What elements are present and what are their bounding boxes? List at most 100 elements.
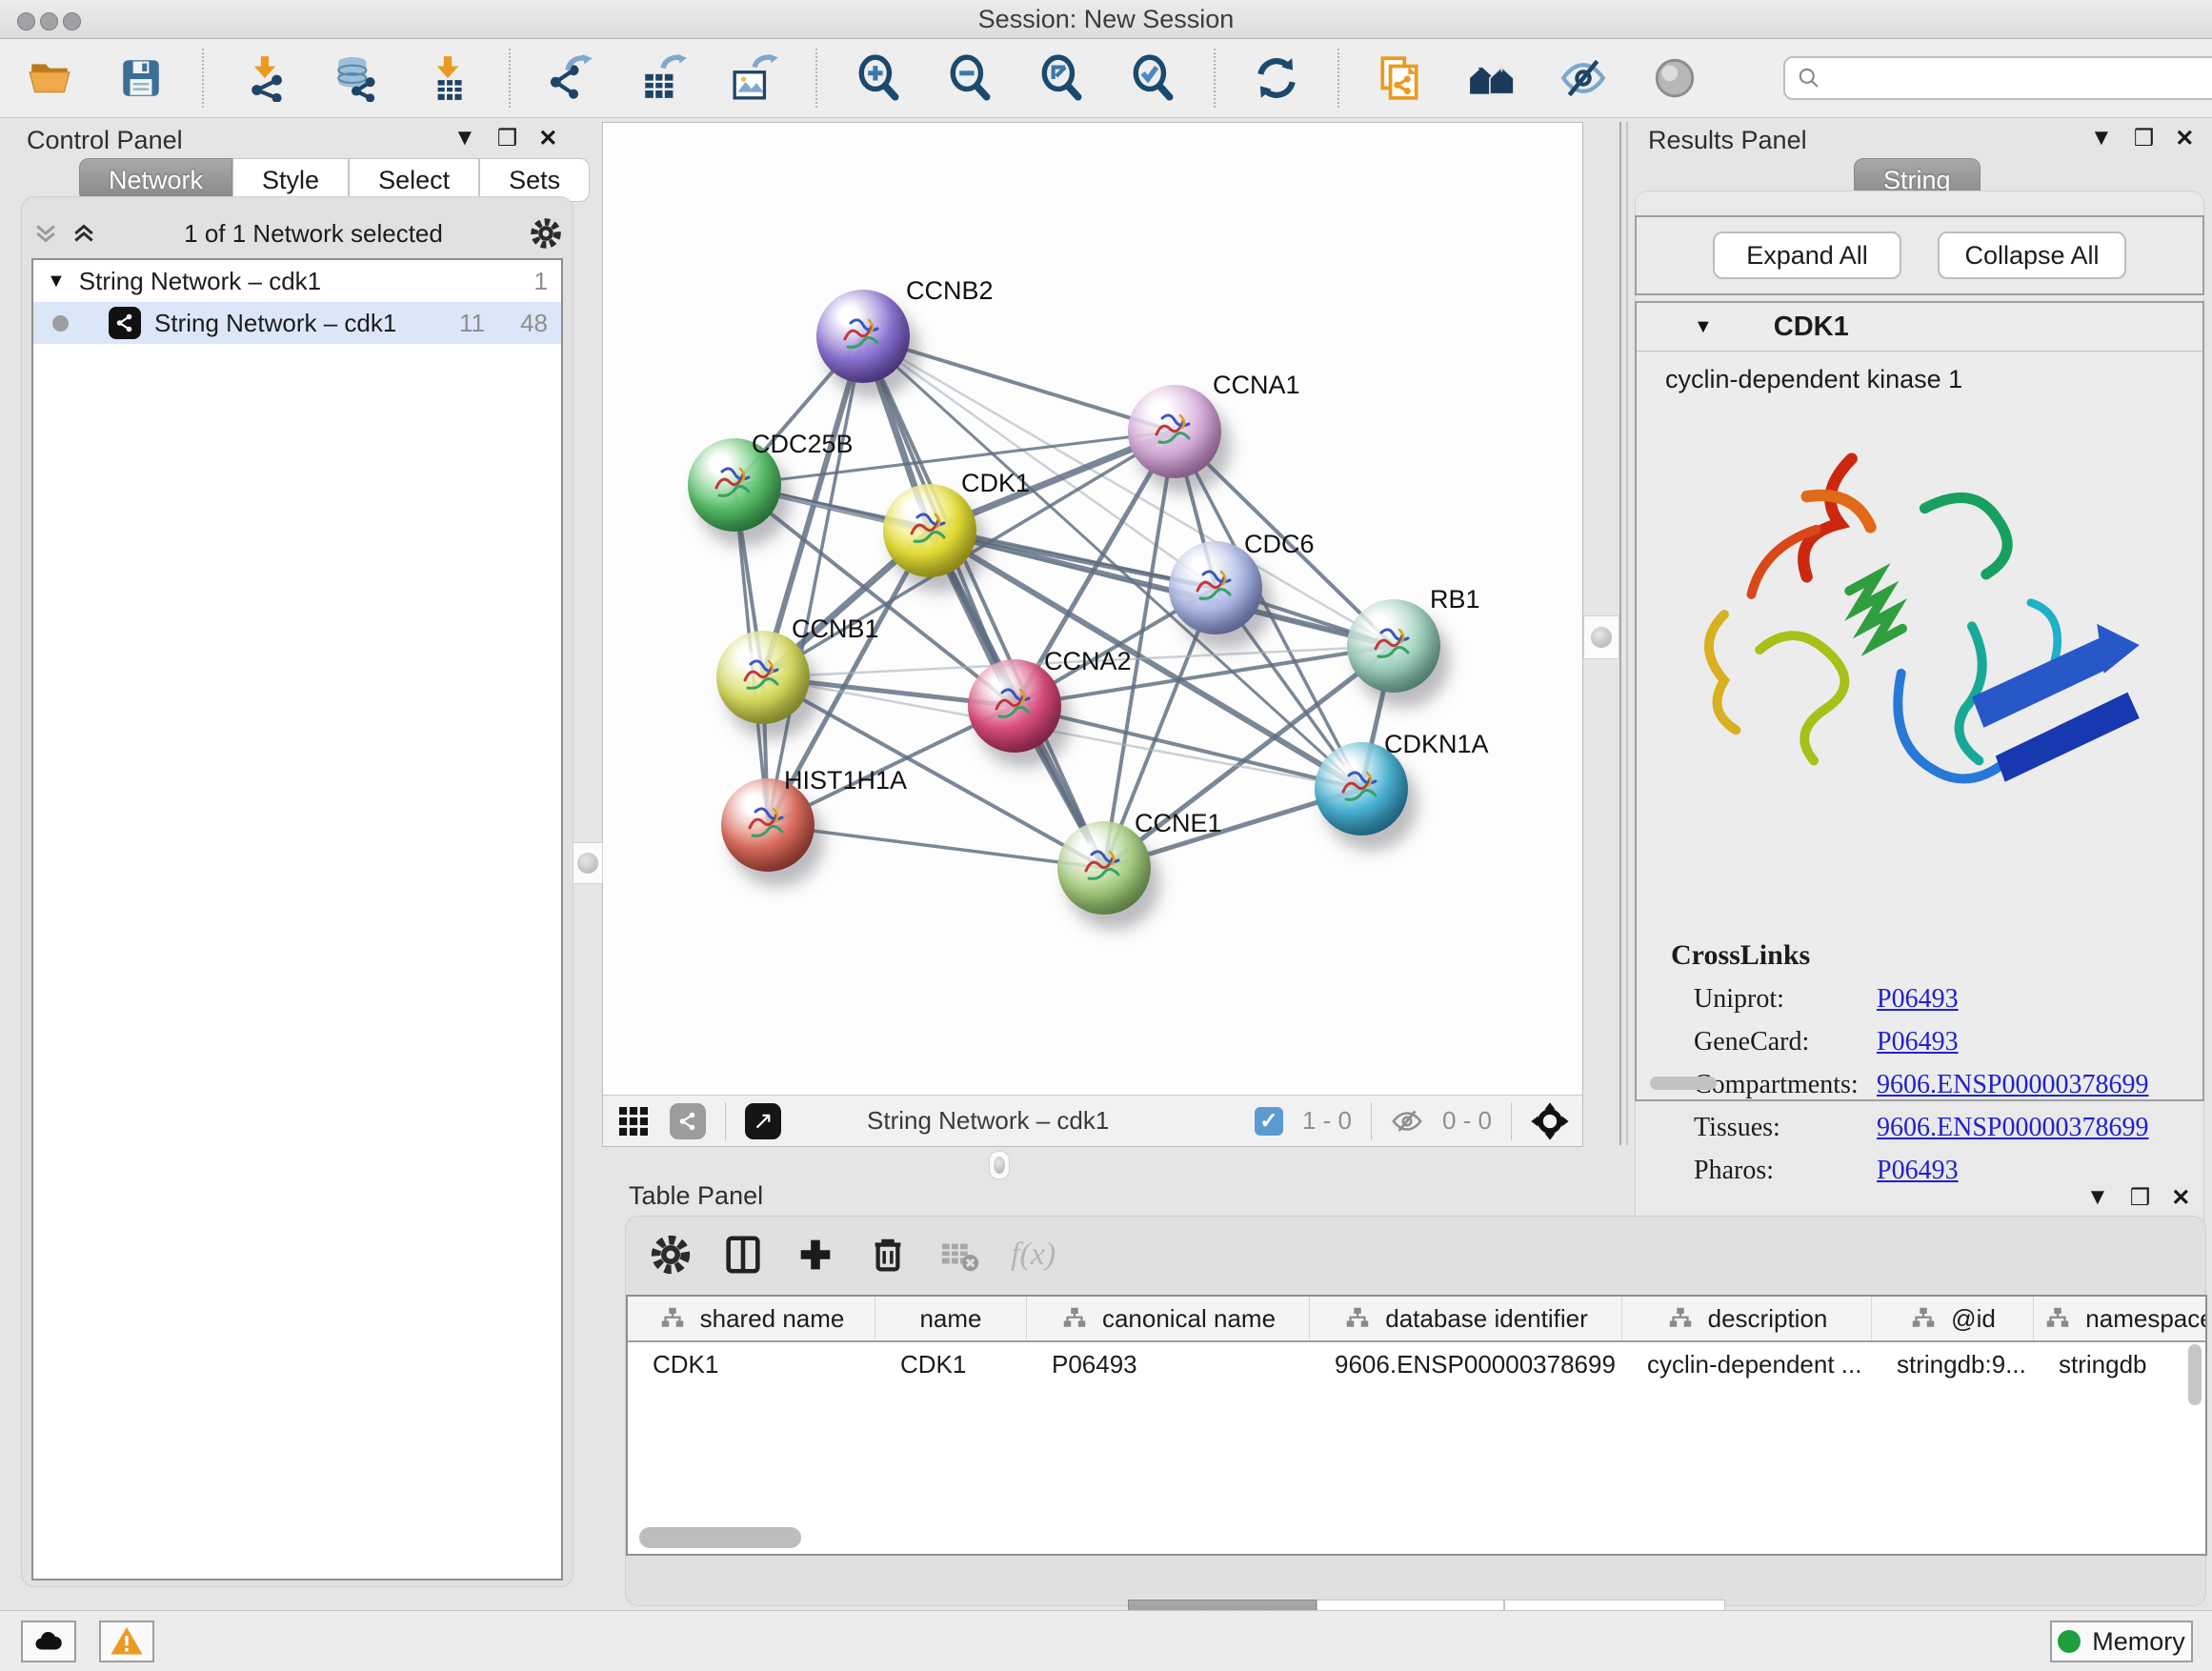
import-network-from-database-button[interactable]	[332, 53, 381, 103]
vertical-scrollbar-thumb[interactable]	[2188, 1344, 2202, 1405]
hide-selected-button[interactable]	[1558, 53, 1608, 103]
network-node-ccnb2[interactable]	[816, 290, 910, 383]
tree-expand-icon[interactable]: ▼	[47, 271, 66, 292]
gear-icon[interactable]	[529, 216, 563, 251]
section-scrollbar-thumb[interactable]	[1650, 1077, 1717, 1090]
export-network-button[interactable]	[547, 53, 596, 103]
home-networks-button[interactable]	[1467, 53, 1517, 103]
left-splitter-knob[interactable]	[573, 842, 603, 884]
toolbar-separator	[1371, 1102, 1372, 1140]
import-table-button[interactable]	[423, 53, 473, 103]
table-cell[interactable]: CDK1	[875, 1342, 1027, 1386]
gene-name: CDK1	[1774, 312, 1849, 343]
network-row[interactable]: String Network – cdk1 11 48	[33, 302, 561, 344]
network-node-rb1[interactable]	[1347, 599, 1440, 693]
table-cell[interactable]: stringdb:9...	[1872, 1342, 2034, 1386]
hidden-eye-icon[interactable]	[1391, 1105, 1423, 1137]
crosslink-link[interactable]: P06493	[1877, 1027, 1959, 1057]
refresh-icon	[1253, 54, 1300, 102]
toolbar-separator	[815, 49, 817, 108]
memory-button[interactable]: Memory	[2050, 1621, 2193, 1662]
search-field[interactable]	[1783, 56, 2212, 100]
maximize-panel-icon[interactable]: ❒	[2134, 125, 2155, 152]
network-view-title: String Network – cdk1	[867, 1106, 1109, 1136]
crosslink-link[interactable]: P06493	[1877, 984, 1959, 1015]
expand-all-icon[interactable]	[70, 219, 98, 248]
title-bar: Session: New Session	[0, 0, 2212, 39]
horizontal-scrollbar-thumb[interactable]	[639, 1527, 801, 1548]
node-label-cdk1: CDK1	[961, 469, 1030, 498]
table-row[interactable]: CDK1CDK1P064939606.ENSP00000378699cyclin…	[628, 1342, 2205, 1386]
database-import-icon	[332, 54, 380, 102]
close-panel-icon[interactable]: ✕	[2175, 125, 2194, 152]
float-panel-icon[interactable]: ▼	[453, 125, 476, 151]
open-session-button[interactable]	[25, 53, 74, 103]
zoom-out-button[interactable]	[945, 53, 995, 103]
zoom-selected-button[interactable]	[1128, 53, 1177, 103]
table-cell[interactable]: cyclin-dependent ...	[1622, 1342, 1872, 1386]
apply-layout-button[interactable]	[1252, 53, 1301, 103]
column-header-namespace[interactable]: namespace	[2034, 1297, 2207, 1340]
gear-icon[interactable]	[649, 1233, 693, 1277]
network-edge[interactable]	[768, 825, 1104, 868]
crosslink-link[interactable]: 9606.ENSP00000378699	[1877, 1113, 2148, 1143]
zoom-in-button[interactable]	[854, 53, 903, 103]
show-all-button[interactable]	[1650, 53, 1699, 103]
float-panel-icon[interactable]: ▼	[2086, 1184, 2109, 1211]
table-header-row: shared namenamecanonical namedatabase id…	[628, 1297, 2205, 1342]
network-canvas[interactable]: CCNB2CCNA1CDC25BCDK1CDC6RB1CCNB1CCNA2CDK…	[603, 123, 1582, 1095]
maximize-panel-icon[interactable]: ❒	[2130, 1184, 2151, 1212]
zoom-fit-button[interactable]	[1036, 53, 1086, 103]
bottom-splitter-knob[interactable]	[989, 1151, 1010, 1179]
node-label-hist1h1a: HIST1H1A	[784, 766, 907, 795]
network-node-ccnb1[interactable]	[716, 631, 810, 724]
export-table-button[interactable]	[638, 53, 688, 103]
search-input[interactable]	[1829, 64, 2212, 93]
maximize-panel-icon[interactable]: ❒	[497, 125, 518, 152]
delete-column-icon[interactable]	[866, 1233, 910, 1277]
clone-network-button[interactable]	[1376, 53, 1425, 103]
save-session-button[interactable]	[116, 53, 166, 103]
column-header-databaseidentifier[interactable]: database identifier	[1310, 1297, 1622, 1340]
column-header-id[interactable]: @id	[1872, 1297, 2034, 1340]
network-edge[interactable]	[863, 336, 1175, 432]
selected-nodes-checkbox[interactable]: ✓	[1255, 1107, 1283, 1136]
table-cell[interactable]: 9606.ENSP00000378699	[1310, 1342, 1622, 1386]
right-splitter-knob[interactable]	[1583, 615, 1619, 659]
import-table-icon	[424, 54, 472, 102]
network-collection-row[interactable]: ▼ String Network – cdk1 1	[33, 260, 561, 302]
table-cell[interactable]: stringdb	[2034, 1342, 2207, 1386]
show-columns-icon[interactable]	[721, 1233, 765, 1277]
gene-section-header[interactable]: ▼ CDK1	[1637, 303, 2202, 352]
network-edge[interactable]	[930, 531, 1394, 646]
close-panel-icon[interactable]: ✕	[2171, 1184, 2190, 1212]
warnings-button[interactable]	[99, 1621, 154, 1662]
network-view-toolbar: ↗ String Network – cdk1 ✓ 1 - 0 0 - 0	[603, 1095, 1582, 1146]
network-node-ccna1[interactable]	[1128, 385, 1221, 478]
column-header-description[interactable]: description	[1622, 1297, 1872, 1340]
cloud-button[interactable]	[21, 1621, 76, 1662]
navigator-crosshair-icon[interactable]	[1531, 1102, 1569, 1140]
float-panel-icon[interactable]: ▼	[2090, 125, 2113, 151]
section-collapse-icon[interactable]: ▼	[1694, 316, 1713, 338]
toolbar-separator	[1337, 49, 1339, 108]
table-cell[interactable]: P06493	[1027, 1342, 1310, 1386]
network-edge[interactable]	[768, 336, 863, 825]
column-header-name[interactable]: name	[875, 1297, 1027, 1340]
table-cell[interactable]: CDK1	[628, 1342, 875, 1386]
string-view-icon[interactable]	[670, 1103, 706, 1139]
expand-all-button[interactable]: Expand All	[1713, 232, 1901, 279]
grid-view-icon[interactable]	[616, 1104, 651, 1138]
import-network-button[interactable]	[240, 53, 290, 103]
zoom-in-icon	[855, 54, 902, 102]
add-column-icon[interactable]	[794, 1233, 837, 1277]
column-header-sharedname[interactable]: shared name	[628, 1297, 875, 1340]
column-header-canonicalname[interactable]: canonical name	[1027, 1297, 1310, 1340]
collapse-all-icon[interactable]	[31, 219, 60, 248]
control-panel-title: Control Panel	[27, 126, 183, 155]
close-panel-icon[interactable]: ✕	[538, 125, 557, 152]
crosslink-link[interactable]: 9606.ENSP00000378699	[1877, 1070, 2148, 1100]
open-in-window-icon[interactable]: ↗	[745, 1103, 781, 1139]
collapse-all-button[interactable]: Collapse All	[1938, 232, 2126, 279]
export-image-button[interactable]	[730, 53, 779, 103]
